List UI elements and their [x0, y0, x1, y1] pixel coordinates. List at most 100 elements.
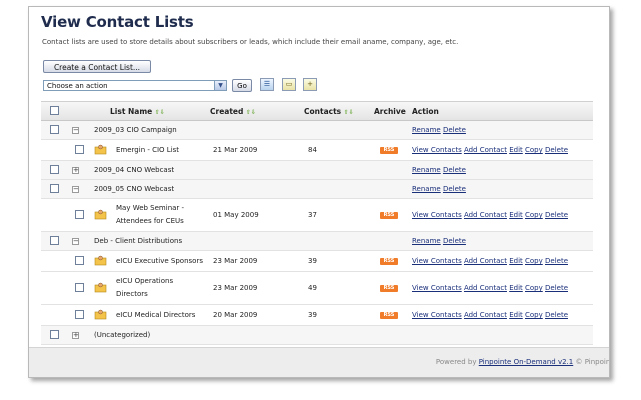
- group-row: + 2009_04 CNO Webcast Rename Delete: [41, 161, 593, 180]
- row-checkbox[interactable]: [50, 125, 59, 134]
- group-name: 2009_04 CNO Webcast: [94, 166, 175, 174]
- rss-icon[interactable]: RSS: [380, 285, 398, 292]
- edit-link[interactable]: Edit: [509, 146, 523, 154]
- delete-link[interactable]: Delete: [443, 237, 466, 245]
- collapse-icon[interactable]: −: [72, 186, 79, 193]
- copy-link[interactable]: Copy: [525, 146, 543, 154]
- list-name: eICU Medical Directors: [116, 311, 196, 319]
- delete-link[interactable]: Delete: [443, 166, 466, 174]
- expand-icon[interactable]: +: [72, 167, 79, 174]
- view-contacts-link[interactable]: View Contacts: [412, 146, 462, 154]
- list-name: eICU Executive Sponsors: [116, 257, 203, 265]
- group-actions: Rename Delete: [412, 126, 466, 134]
- list-row: eICU Medical Directors 20 Mar 2009 39 RS…: [41, 305, 593, 326]
- header-action: Action: [412, 107, 439, 116]
- row-checkbox[interactable]: [75, 145, 84, 154]
- list-name-line1: May Web Seminar -: [116, 204, 185, 212]
- select-all-checkbox[interactable]: [50, 106, 59, 115]
- add-contact-link[interactable]: Add Contact: [464, 311, 507, 319]
- footer: Powered by Pinpointe On-Demand v2.1 © Pi…: [29, 347, 609, 377]
- rss-icon[interactable]: RSS: [380, 258, 398, 265]
- rss-icon[interactable]: RSS: [380, 312, 398, 319]
- expand-icon[interactable]: +: [72, 332, 79, 339]
- go-button[interactable]: Go: [232, 79, 252, 92]
- view-list-icon[interactable]: ☰: [260, 78, 274, 91]
- edit-link[interactable]: Edit: [509, 284, 523, 292]
- copy-link[interactable]: Copy: [525, 257, 543, 265]
- edit-link[interactable]: Edit: [509, 311, 523, 319]
- add-contact-link[interactable]: Add Contact: [464, 146, 507, 154]
- header-archive: Archive: [374, 107, 406, 116]
- row-checkbox[interactable]: [75, 210, 84, 219]
- group-row: + (Uncategorized): [41, 326, 593, 345]
- list-contacts: 84: [308, 146, 317, 154]
- row-checkbox[interactable]: [75, 310, 84, 319]
- row-checkbox[interactable]: [75, 283, 84, 292]
- header-contacts[interactable]: Contacts ⇧⇩: [304, 107, 354, 116]
- list-actions: View Contacts Add Contact Edit Copy Dele…: [412, 146, 568, 154]
- delete-link[interactable]: Delete: [443, 185, 466, 193]
- group-name: 2009_03 CIO Campaign: [94, 126, 177, 134]
- row-checkbox[interactable]: [50, 165, 59, 174]
- list-actions: View Contacts Add Contact Edit Copy Dele…: [412, 211, 568, 219]
- contact-lists-table: List Name ⇧⇩ Created ⇧⇩ Contacts ⇧⇩ Arch…: [41, 101, 593, 345]
- list-actions: View Contacts Add Contact Edit Copy Dele…: [412, 311, 568, 319]
- sort-arrows-icon[interactable]: ⇧⇩: [246, 109, 256, 116]
- group-row: − Deb - Client Distributions Rename Dele…: [41, 232, 593, 251]
- collapse-icon[interactable]: −: [72, 127, 79, 134]
- delete-link[interactable]: Delete: [545, 146, 568, 154]
- create-contact-list-button[interactable]: Create a Contact List...: [43, 60, 151, 73]
- copy-link[interactable]: Copy: [525, 311, 543, 319]
- list-created: 20 Mar 2009: [213, 311, 258, 319]
- copy-link[interactable]: Copy: [525, 211, 543, 219]
- pinpointe-link[interactable]: Pinpointe On-Demand v2.1: [479, 358, 574, 366]
- header-created[interactable]: Created ⇧⇩: [210, 107, 256, 116]
- list-created: 23 Mar 2009: [213, 257, 258, 265]
- list-created: 23 Mar 2009: [213, 284, 258, 292]
- delete-link[interactable]: Delete: [545, 211, 568, 219]
- list-row: May Web Seminar - Attendees for CEUs 01 …: [41, 199, 593, 232]
- list-name-line1: eICU Operations: [116, 277, 174, 285]
- row-checkbox[interactable]: [50, 330, 59, 339]
- view-contacts-link[interactable]: View Contacts: [412, 311, 462, 319]
- collapse-icon[interactable]: −: [72, 238, 79, 245]
- contact-list-icon: [94, 309, 107, 320]
- rename-link[interactable]: Rename: [412, 166, 441, 174]
- group-row: − 2009_05 CNO Webcast Rename Delete: [41, 180, 593, 199]
- rss-icon[interactable]: RSS: [380, 147, 398, 154]
- view-contacts-link[interactable]: View Contacts: [412, 257, 462, 265]
- row-checkbox[interactable]: [75, 256, 84, 265]
- edit-link[interactable]: Edit: [509, 211, 523, 219]
- action-select[interactable]: Choose an action ▼: [43, 80, 227, 91]
- header-list-name[interactable]: List Name ⇧⇩: [110, 107, 165, 116]
- contact-list-icon: [94, 144, 107, 155]
- sort-arrows-icon[interactable]: ⇧⇩: [155, 109, 165, 116]
- row-checkbox[interactable]: [50, 184, 59, 193]
- delete-link[interactable]: Delete: [545, 257, 568, 265]
- delete-link[interactable]: Delete: [545, 311, 568, 319]
- delete-link[interactable]: Delete: [443, 126, 466, 134]
- rename-link[interactable]: Rename: [412, 126, 441, 134]
- group-name: Deb - Client Distributions: [94, 237, 183, 245]
- page-description: Contact lists are used to store details …: [42, 38, 459, 46]
- view-contacts-link[interactable]: View Contacts: [412, 211, 462, 219]
- add-contact-link[interactable]: Add Contact: [464, 257, 507, 265]
- add-contact-link[interactable]: Add Contact: [464, 284, 507, 292]
- group-actions: Rename Delete: [412, 166, 466, 174]
- add-folder-icon[interactable]: +: [303, 78, 317, 91]
- add-contact-link[interactable]: Add Contact: [464, 211, 507, 219]
- rename-link[interactable]: Rename: [412, 237, 441, 245]
- list-contacts: 49: [308, 284, 317, 292]
- folder-icon[interactable]: ▭: [282, 78, 296, 91]
- view-contacts-link[interactable]: View Contacts: [412, 284, 462, 292]
- row-checkbox[interactable]: [50, 236, 59, 245]
- rename-link[interactable]: Rename: [412, 185, 441, 193]
- list-name: Emergin - CIO List: [116, 146, 180, 154]
- list-row: Emergin - CIO List 21 Mar 2009 84 RSS Vi…: [41, 140, 593, 161]
- dropdown-arrow-icon: ▼: [214, 81, 226, 90]
- rss-icon[interactable]: RSS: [380, 212, 398, 219]
- copy-link[interactable]: Copy: [525, 284, 543, 292]
- sort-arrows-icon[interactable]: ⇧⇩: [344, 109, 354, 116]
- edit-link[interactable]: Edit: [509, 257, 523, 265]
- delete-link[interactable]: Delete: [545, 284, 568, 292]
